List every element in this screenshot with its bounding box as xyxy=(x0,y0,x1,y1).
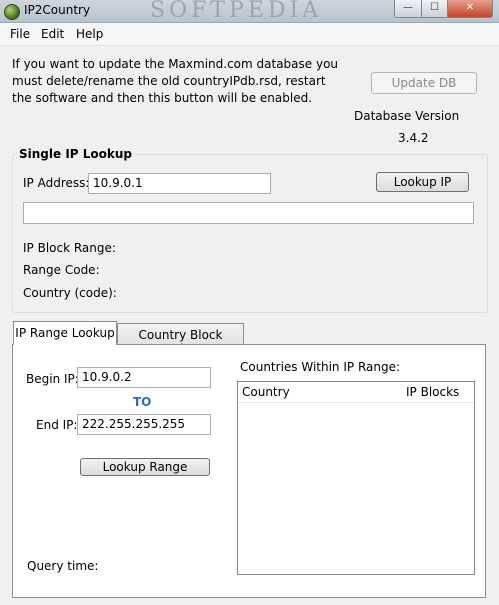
column-header-ip-blocks[interactable]: IP Blocks xyxy=(406,385,459,399)
begin-ip-input[interactable]: 10.9.0.2 xyxy=(77,367,211,388)
update-db-button[interactable]: Update DB xyxy=(371,72,477,94)
end-ip-input[interactable]: 222.255.255.255 xyxy=(77,414,211,435)
query-time-label: Query time: xyxy=(27,559,99,573)
app-globe-icon xyxy=(4,4,20,20)
menu-edit[interactable]: Edit xyxy=(41,27,64,41)
countries-within-range-label: Countries Within IP Range: xyxy=(240,360,401,374)
lookup-ip-button[interactable]: Lookup IP xyxy=(376,172,469,192)
maximize-button[interactable]: ☐ xyxy=(421,0,448,18)
close-button[interactable]: ✕ xyxy=(447,0,493,18)
range-code-label: Range Code: xyxy=(23,263,100,277)
end-ip-label: End IP: xyxy=(36,418,78,432)
country-code-label: Country (code): xyxy=(23,286,117,300)
minimize-button[interactable]: — xyxy=(394,0,422,18)
countries-list-header: Country IP Blocks xyxy=(238,382,474,403)
to-label: TO xyxy=(133,395,152,409)
title-bar: IP2Country SOFTPEDIA — ☐ ✕ xyxy=(0,0,499,23)
tab-ip-range-lookup[interactable]: IP Range Lookup xyxy=(13,321,117,345)
db-version-value: 3.4.2 xyxy=(398,131,429,145)
countries-list[interactable]: Country IP Blocks xyxy=(237,381,475,575)
update-instructions: If you want to update the Maxmind.com da… xyxy=(12,57,339,105)
menu-help[interactable]: Help xyxy=(76,27,103,41)
ip-address-label: IP Address: xyxy=(23,176,90,190)
begin-ip-label: Begin IP: xyxy=(26,372,79,386)
ip-address-input[interactable]: 10.9.0.1 xyxy=(88,173,271,194)
ip-block-range-label: IP Block Range: xyxy=(23,241,116,255)
tab-country-block-lookup[interactable]: Country Block Lookup xyxy=(117,323,244,356)
menu-bar: File Edit Help xyxy=(0,23,499,46)
single-ip-lookup-title: Single IP Lookup xyxy=(16,147,136,161)
softpedia-watermark: SOFTPEDIA xyxy=(150,0,323,23)
lookup-result-field xyxy=(23,202,474,224)
db-version-label: Database Version xyxy=(354,109,460,123)
menu-file[interactable]: File xyxy=(10,27,30,41)
column-header-country[interactable]: Country xyxy=(242,385,290,399)
lookup-range-button[interactable]: Lookup Range xyxy=(80,458,210,476)
window-title: IP2Country xyxy=(24,3,91,17)
